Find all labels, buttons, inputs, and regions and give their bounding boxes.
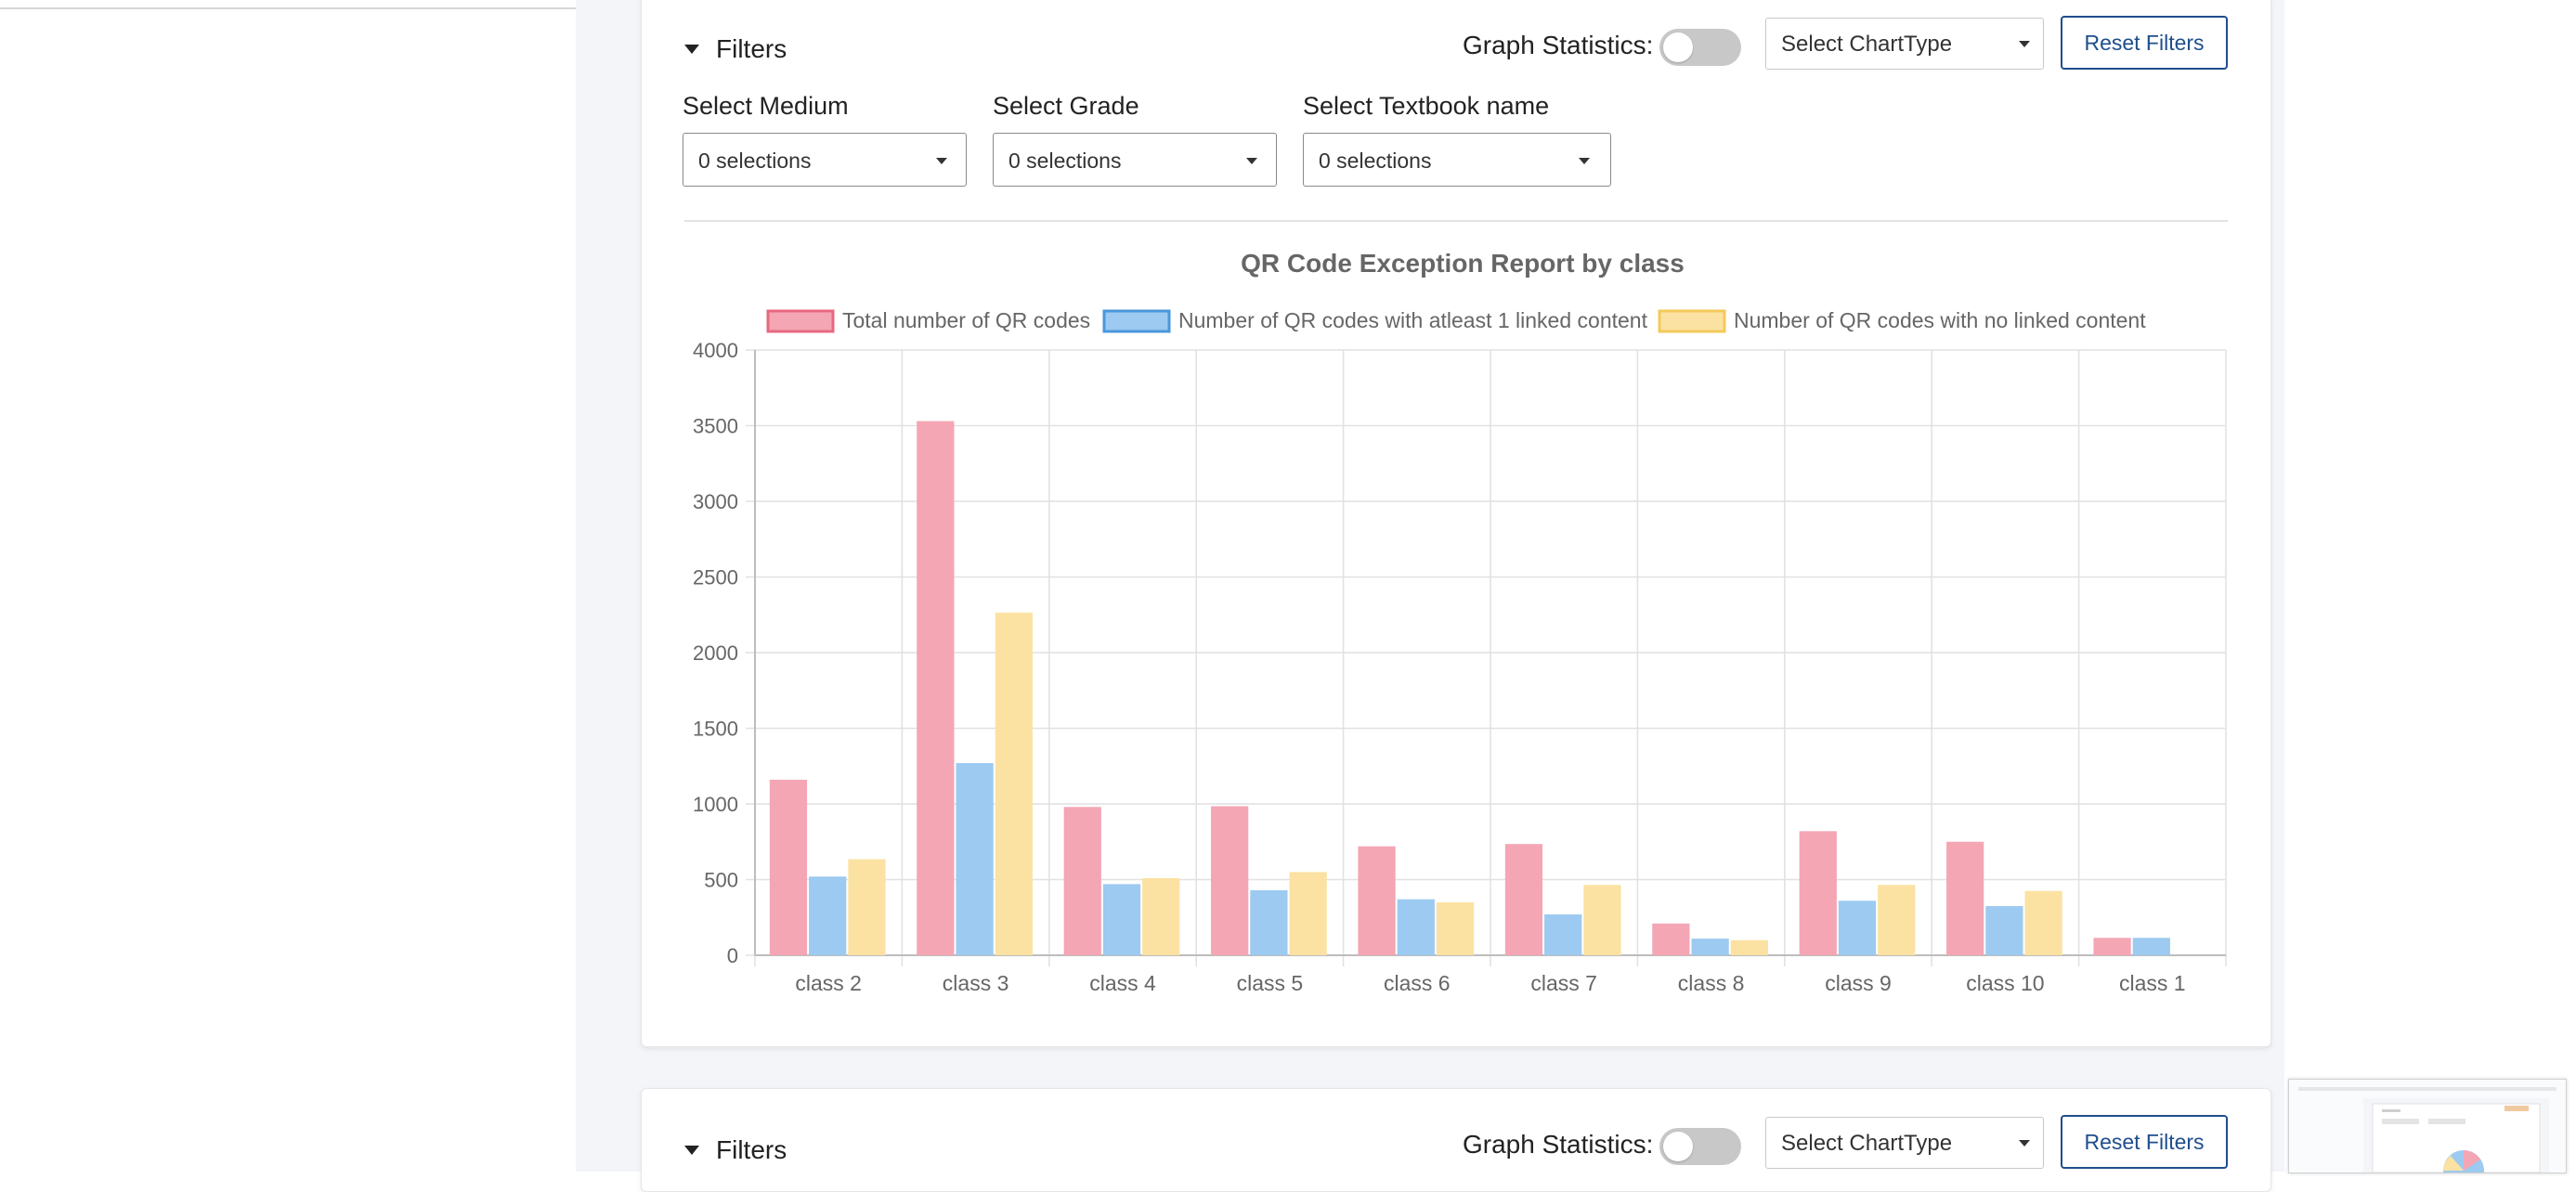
bar — [1583, 885, 1621, 955]
bar — [995, 612, 1033, 955]
legend-label: Total number of QR codes — [842, 308, 1090, 332]
bar — [917, 421, 955, 955]
filters-label-2: Filters — [716, 1135, 787, 1164]
bar — [1063, 807, 1101, 955]
caret-down-icon — [684, 1146, 699, 1155]
bar — [1142, 877, 1180, 955]
y-tick-label: 4000 — [693, 339, 738, 362]
bar — [1102, 884, 1141, 955]
right-gutter — [2284, 0, 2576, 1172]
bar — [1289, 872, 1327, 955]
x-tick-label: class 9 — [1825, 971, 1892, 995]
x-tick-label: class 3 — [943, 971, 1009, 995]
bar — [956, 762, 994, 955]
x-tick-label: class 10 — [1966, 971, 2044, 995]
toggle-knob — [1663, 1132, 1693, 1161]
bar — [1799, 831, 1837, 955]
legend-swatch — [766, 309, 835, 333]
qr-exception-bar-chart: QR Code Exception Report by class Total n… — [693, 249, 2227, 995]
chart-title: QR Code Exception Report by class — [1241, 249, 1685, 278]
y-tick-label: 2500 — [693, 566, 738, 590]
x-tick-label: class 4 — [1089, 971, 1156, 995]
bar — [1436, 901, 1475, 955]
bar — [1250, 889, 1288, 955]
y-tick-label: 3000 — [693, 490, 738, 513]
bar — [1504, 844, 1543, 955]
y-tick-label: 500 — [704, 869, 738, 892]
x-tick-label: class 5 — [1237, 971, 1304, 995]
y-tick-label: 0 — [727, 944, 738, 967]
bar — [1544, 913, 1582, 955]
reset-filters-button-2[interactable]: Reset Filters — [2061, 1115, 2228, 1169]
y-tick-label: 3500 — [693, 415, 738, 438]
page-thumbnail[interactable] — [2288, 1079, 2567, 1173]
chart-type-placeholder-2: Select ChartType — [1781, 1131, 1953, 1156]
x-tick-label: class 8 — [1678, 971, 1745, 995]
bar — [769, 779, 808, 955]
chevron-down-icon — [2019, 1140, 2030, 1147]
y-tick-label: 2000 — [693, 641, 738, 665]
y-tick-label: 1000 — [693, 793, 738, 816]
bar — [1730, 939, 1768, 955]
legend-label: Number of QR codes with no linked conten… — [1734, 308, 2146, 332]
x-tick-label: class 2 — [795, 971, 862, 995]
bar — [2024, 890, 2062, 955]
bar — [1211, 806, 1249, 955]
graph-statistics-label-2: Graph Statistics: — [1463, 1130, 1654, 1159]
bar — [809, 876, 847, 955]
bar — [848, 859, 886, 955]
filters-toggle-2[interactable]: Filters — [684, 1135, 787, 1165]
legend-swatch — [1102, 309, 1171, 333]
legend-label: Number of QR codes with atleast 1 linked… — [1178, 308, 1648, 332]
chart-type-select-2[interactable]: Select ChartType — [1765, 1117, 2044, 1169]
x-tick-label: class 6 — [1384, 971, 1451, 995]
y-tick-label: 1500 — [693, 718, 738, 741]
bar — [1358, 846, 1396, 955]
bar — [1691, 939, 1729, 955]
thumbnail-preview-image — [2289, 1080, 2566, 1173]
graph-statistics-toggle-2[interactable] — [1659, 1128, 1741, 1165]
bar — [1838, 900, 1877, 955]
bar — [1946, 841, 1984, 955]
x-tick-label: class 1 — [2119, 971, 2186, 995]
bar — [1652, 923, 1690, 955]
bar — [1985, 906, 2023, 955]
bar — [1878, 885, 1916, 955]
legend-swatch — [1658, 309, 1726, 333]
report-card: Filters Graph Statistics: Select ChartTy… — [641, 0, 2271, 1047]
bar — [2093, 938, 2131, 955]
bar — [1397, 899, 1435, 955]
x-tick-label: class 7 — [1530, 971, 1597, 995]
report-card-2: Filters Graph Statistics: Select ChartTy… — [641, 1088, 2271, 1192]
bar — [2132, 938, 2170, 955]
